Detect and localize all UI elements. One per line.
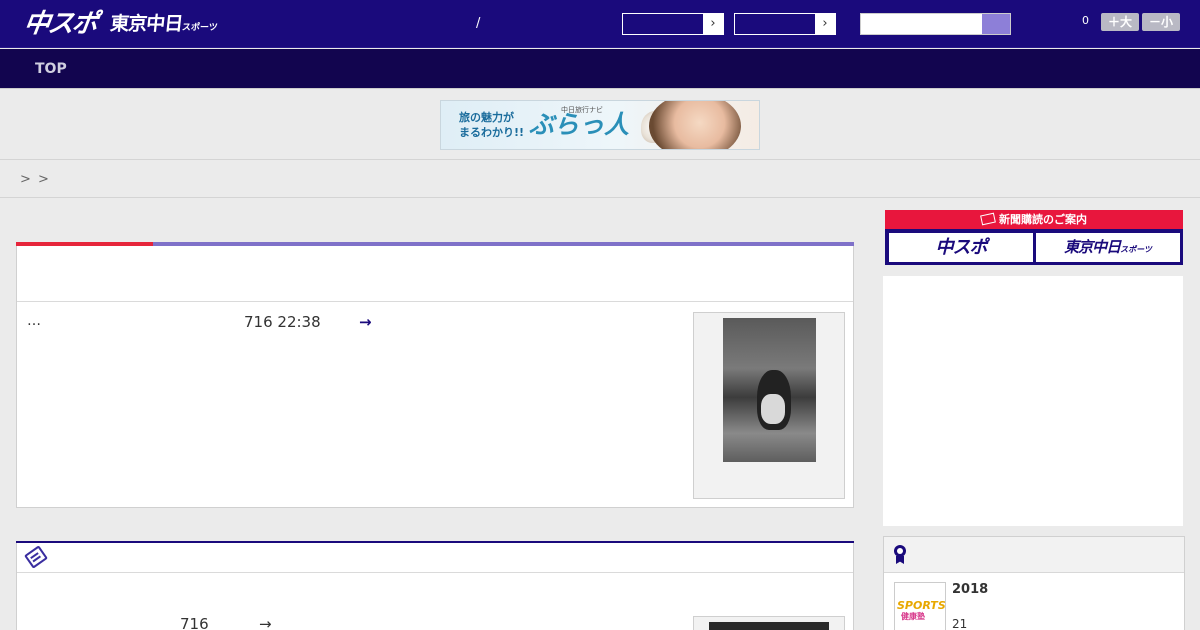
article-date: 716 22:38 [244, 313, 321, 331]
chevron-right-icon: › [815, 14, 835, 34]
ranking-item-number: 21 [952, 617, 968, 630]
category-select-1[interactable]: › [622, 13, 724, 35]
news-more-link[interactable]: → [259, 615, 272, 630]
banner-copy-line2: まるわかり!! [459, 126, 525, 139]
font-large-button[interactable]: ＋大 [1101, 13, 1139, 31]
breadcrumb-separator: > [38, 172, 49, 187]
banner-copy: 旅の魅力が まるわかり!! [459, 110, 524, 140]
article-photo [723, 318, 816, 462]
breadcrumb: > > [0, 161, 1200, 198]
news-list-topbar [16, 541, 854, 543]
breadcrumb-separator: > [20, 172, 31, 187]
article-more-link[interactable]: → [359, 313, 372, 331]
ranking-item-title[interactable]: 2018 [952, 582, 988, 597]
sidebar-ad[interactable] [883, 276, 1183, 526]
news-photo-frame[interactable] [693, 616, 845, 630]
article-photo-frame[interactable] [693, 312, 845, 499]
subscribe-tokyo-chunichi-label: 東京中日 [1064, 238, 1121, 256]
banner-copy-line1: 旅の魅力が [459, 111, 514, 124]
photo-figure [761, 394, 785, 424]
thumb-logo-subtext: 健康塾 [901, 612, 925, 621]
medal-icon [894, 545, 906, 557]
header-slash: / [476, 16, 481, 31]
chevron-right-icon: › [703, 14, 723, 34]
font-small-button[interactable]: －小 [1142, 13, 1180, 31]
ranking-header [884, 537, 1184, 573]
subscription-title: 新聞購読のご案内 [999, 213, 1087, 226]
woman-photo [649, 101, 741, 149]
banner-brand: ぶらっ人 [529, 110, 630, 139]
article-card-accent [16, 242, 153, 246]
news-photo [709, 622, 829, 630]
divider [17, 301, 853, 302]
travel-navi-banner[interactable]: 旅の魅力が まるわかり!! 中日旅行ナビ ぶらっ人 [440, 100, 760, 150]
subscribe-tokyo-chunichi-button[interactable]: 東京中日スポーツ [1036, 233, 1180, 262]
article-card: … 716 22:38 → [16, 242, 854, 508]
font-size-indicator: 0 [1082, 14, 1089, 27]
subscription-box: 新聞購読のご案内 中スポ 東京中日スポーツ [885, 210, 1183, 265]
tokyo-chunichi-logo-small: スポーツ [181, 23, 219, 33]
search-button[interactable] [982, 14, 1010, 34]
search-form [860, 13, 1011, 35]
ranking-box: SPORTS!! 健康塾 2018 21 [883, 536, 1185, 630]
divider [17, 572, 853, 573]
subscribe-chuspo-button[interactable]: 中スポ [889, 233, 1033, 262]
envelope-icon [980, 212, 996, 226]
tokyo-chunichi-logo[interactable]: 東京中日スポーツ [108, 10, 219, 42]
article-card-topbar [16, 242, 854, 246]
news-item-date: 716 [180, 615, 209, 630]
ranking-thumbnail[interactable]: SPORTS!! 健康塾 [894, 582, 946, 630]
article-excerpt: … [27, 313, 41, 329]
category-select-2[interactable]: › [734, 13, 836, 35]
news-list-card: 716 → [16, 541, 854, 630]
newspaper-icon [24, 545, 48, 569]
tokyo-chunichi-logo-text: 東京中日 [109, 13, 184, 35]
subscribe-tokyo-chunichi-small: スポーツ [1120, 245, 1152, 254]
global-nav: TOP [0, 49, 1200, 89]
nav-item-top[interactable]: TOP [35, 61, 67, 77]
banner-area: 旅の魅力が まるわかり!! 中日旅行ナビ ぶらっ人 [0, 90, 1200, 160]
search-input[interactable] [861, 14, 983, 34]
subscription-header: 新聞購読のご案内 [885, 210, 1183, 229]
chuspo-logo[interactable]: 中スポ [22, 8, 99, 40]
site-header: 中スポ 東京中日スポーツ / › › 0 ＋大 －小 [0, 0, 1200, 48]
